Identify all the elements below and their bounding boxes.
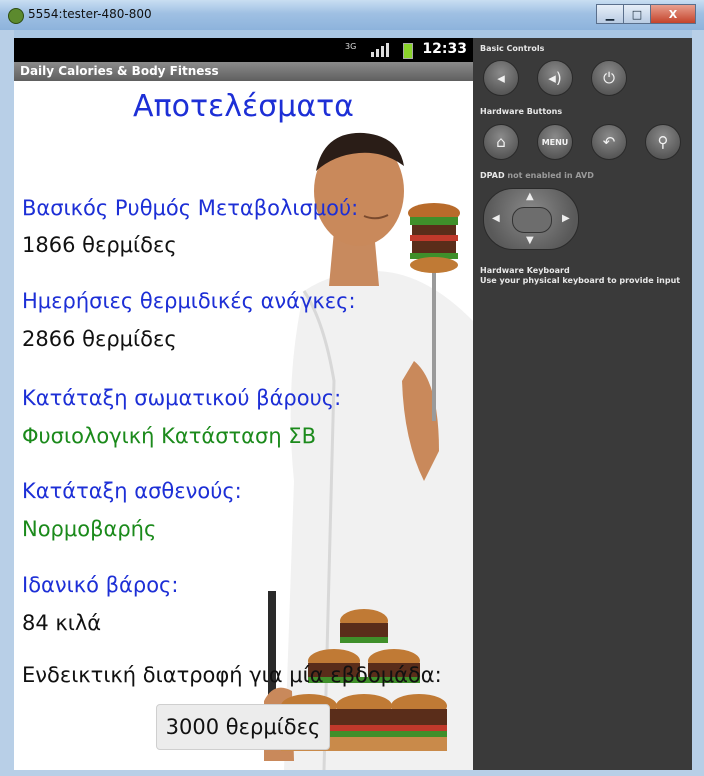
app-title: Daily Calories & Body Fitness xyxy=(20,64,219,78)
patient-class-value: Νορμοβαρής xyxy=(22,517,157,541)
back-button[interactable]: ↶ xyxy=(591,124,627,160)
keyboard-label: Hardware Keyboard xyxy=(480,266,570,275)
minimize-button[interactable]: ▁ xyxy=(596,4,624,24)
volume-down-button[interactable]: ◂ xyxy=(483,60,519,96)
dpad-control[interactable]: ▲ ▼ ◀ ▶ xyxy=(483,188,579,250)
network-type-label: 3G xyxy=(345,42,357,51)
window-frame-right xyxy=(692,30,704,776)
weight-class-value: Φυσιολογική Κατάσταση ΣΒ xyxy=(22,424,316,448)
ideal-weight-label: Ιδανικό βάρος: xyxy=(22,573,179,597)
emulator-app-icon xyxy=(8,8,24,24)
signal-strength-icon xyxy=(371,43,389,57)
emulator-control-panel: Basic Controls ◂ ◂) ⏻ Hardware Buttons ⌂… xyxy=(473,38,692,770)
bmr-value: 1866 θερμίδες xyxy=(22,233,177,257)
battery-icon xyxy=(403,43,413,59)
diet-label: Ενδεικτική διατροφή για μία εβδομάδα: xyxy=(22,663,442,687)
power-button[interactable]: ⏻ xyxy=(591,60,627,96)
weight-class-label: Κατάταξη σωματικού βάρους: xyxy=(22,386,342,410)
status-bar: 3G 12:33 xyxy=(14,38,473,62)
status-clock: 12:33 xyxy=(422,41,467,57)
window-frame-left xyxy=(0,30,14,776)
menu-icon: MENU xyxy=(541,137,569,147)
emulator-window: 5554:tester-480-800 ▁ □ X 3G 12:33 Daily… xyxy=(0,0,704,776)
volume-up-button[interactable]: ◂) xyxy=(537,60,573,96)
dpad-right-icon[interactable]: ▶ xyxy=(562,213,570,224)
volume-down-icon: ◂ xyxy=(497,69,505,87)
app-title-bar: Daily Calories & Body Fitness xyxy=(14,62,473,81)
bmr-label: Βασικός Ρυθμός Μεταβολισμού: xyxy=(22,196,359,220)
power-icon: ⏻ xyxy=(603,69,615,87)
hardware-buttons-label: Hardware Buttons xyxy=(480,107,563,116)
dpad-label: DPAD not enabled in AVD xyxy=(480,171,594,180)
menu-button[interactable]: MENU xyxy=(537,124,573,160)
diet-3000-button[interactable]: 3000 θερμίδες xyxy=(156,704,330,750)
home-icon: ⌂ xyxy=(496,133,506,151)
dpad-title: DPAD xyxy=(480,171,505,180)
back-icon: ↶ xyxy=(602,133,616,151)
patient-class-label: Κατάταξη ασθενούς: xyxy=(22,479,242,503)
window-title: 5554:tester-480-800 xyxy=(28,7,152,21)
results-heading: Αποτελέσματα xyxy=(133,89,354,124)
window-frame-bottom xyxy=(0,770,704,776)
keyboard-note: Use your physical keyboard to provide in… xyxy=(480,276,681,285)
dpad-down-icon[interactable]: ▼ xyxy=(526,235,534,246)
daily-calories-label: Ημερήσιες θερμιδικές ανάγκες: xyxy=(22,289,356,313)
basic-controls-label: Basic Controls xyxy=(480,44,545,53)
close-button[interactable]: X xyxy=(650,4,696,24)
dpad-note: not enabled in AVD xyxy=(507,171,594,180)
dpad-center-button[interactable] xyxy=(512,207,552,233)
window-controls: ▁ □ X xyxy=(596,4,696,26)
keyboard-info: Hardware Keyboard Use your physical keyb… xyxy=(480,266,680,286)
volume-up-icon: ◂) xyxy=(548,69,562,87)
search-icon: ⚲ xyxy=(657,133,669,151)
results-view[interactable]: Αποτελέσματα Βασικός Ρυθμός Μεταβολισμού… xyxy=(14,81,473,770)
daily-calories-value: 2866 θερμίδες xyxy=(22,327,177,351)
dpad-left-icon[interactable]: ◀ xyxy=(492,213,500,224)
device-screen: 3G 12:33 Daily Calories & Body Fitness Α… xyxy=(14,38,473,770)
maximize-button[interactable]: □ xyxy=(623,4,651,24)
home-button[interactable]: ⌂ xyxy=(483,124,519,160)
window-titlebar[interactable]: 5554:tester-480-800 ▁ □ X xyxy=(0,0,704,30)
ideal-weight-value: 84 κιλά xyxy=(22,611,102,635)
search-button[interactable]: ⚲ xyxy=(645,124,681,160)
dpad-up-icon[interactable]: ▲ xyxy=(526,191,534,202)
